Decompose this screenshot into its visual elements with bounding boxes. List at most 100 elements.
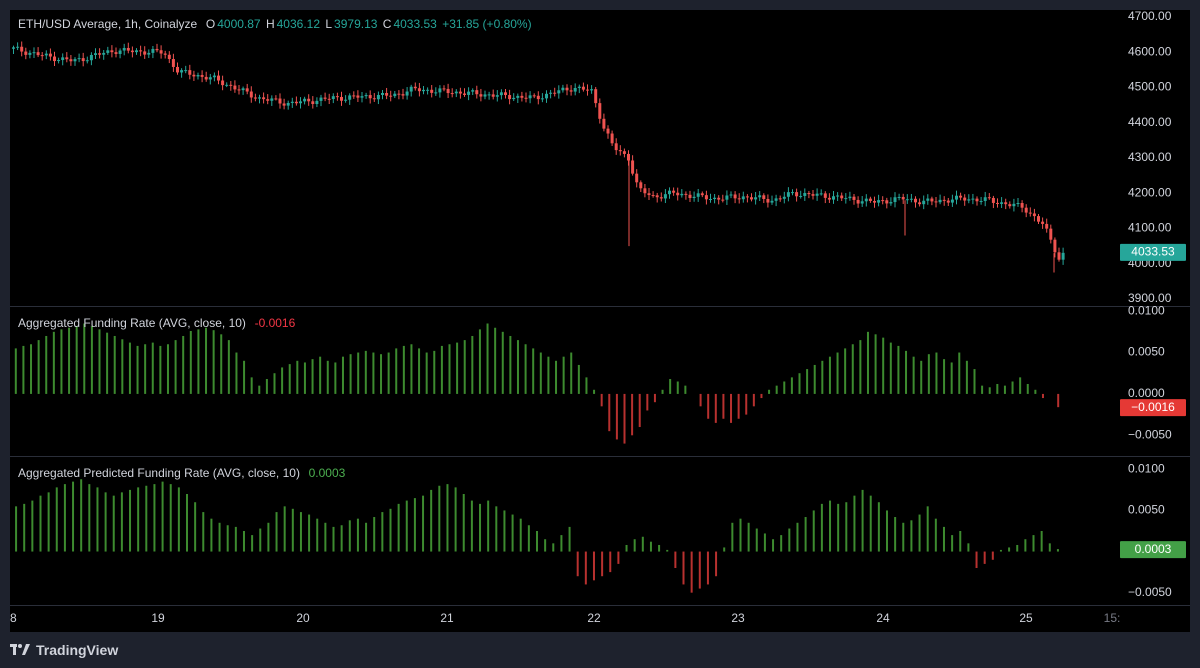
candle-body xyxy=(766,198,770,203)
candle-body xyxy=(40,55,44,57)
candle-body xyxy=(594,89,598,104)
candle-body xyxy=(491,94,495,97)
candle-body xyxy=(118,50,122,54)
candle-body xyxy=(167,54,171,60)
predicted-title[interactable]: Aggregated Predicted Funding Rate (AVG, … xyxy=(18,466,300,480)
candle-body xyxy=(590,89,594,91)
high-label: H xyxy=(265,17,275,31)
candle-body xyxy=(200,75,204,77)
candle-body xyxy=(69,59,73,62)
candle-body xyxy=(565,87,569,91)
candle-body xyxy=(655,195,659,198)
candle-body xyxy=(803,193,807,196)
candle-body xyxy=(622,151,626,154)
candle-body xyxy=(434,92,438,94)
candle-body xyxy=(647,193,651,196)
candle-body xyxy=(48,53,52,57)
candle-body xyxy=(680,193,684,196)
candle-body xyxy=(282,103,286,106)
close-value: 4033.53 xyxy=(393,17,437,31)
funding-legend: Aggregated Funding Rate (AVG, close, 10)… xyxy=(18,316,297,330)
price-tick-label: 4600.00 xyxy=(1128,44,1172,58)
candle-body xyxy=(348,95,352,100)
candle-body xyxy=(1041,221,1045,224)
candle-body xyxy=(303,98,307,102)
candle-body xyxy=(102,52,106,55)
candle-body xyxy=(331,96,335,100)
candle-body xyxy=(352,95,356,97)
candle-body xyxy=(536,95,540,100)
candle-body xyxy=(77,58,81,60)
candle-body xyxy=(139,50,143,52)
candle-body xyxy=(397,93,401,95)
candle-body xyxy=(959,195,963,198)
price-tick-label: 4400.00 xyxy=(1128,115,1172,129)
candle-body xyxy=(946,200,950,203)
candle-body xyxy=(684,193,688,195)
candle-body xyxy=(700,193,704,196)
candle-body xyxy=(413,86,417,89)
candle-body xyxy=(643,188,647,194)
low-label: L xyxy=(325,17,333,31)
candle-body xyxy=(528,95,532,99)
candle-body xyxy=(819,193,823,195)
candle-body xyxy=(20,46,24,52)
candle-body xyxy=(737,198,741,200)
candle-body xyxy=(16,46,20,48)
candle-body xyxy=(450,93,454,95)
candle-body xyxy=(807,193,811,195)
candle-body xyxy=(1016,202,1020,204)
candle-body xyxy=(1012,203,1016,207)
candle-body xyxy=(717,197,721,200)
candle-body xyxy=(926,198,930,201)
funding-title[interactable]: Aggregated Funding Rate (AVG, close, 10) xyxy=(18,316,246,330)
candle-body xyxy=(1049,228,1053,240)
predicted-last-badge: 0.0003 xyxy=(1135,542,1172,556)
close-label: C xyxy=(382,17,392,31)
candle-body xyxy=(253,97,257,99)
candle-body xyxy=(754,197,758,200)
candle-body xyxy=(147,52,151,55)
x-tick-label: 25 xyxy=(1019,611,1033,625)
funding-last-badge: −0.0016 xyxy=(1131,400,1175,414)
candle-body xyxy=(955,195,958,200)
price-tick-label: 4300.00 xyxy=(1128,150,1172,164)
candle-body xyxy=(729,194,733,196)
price-legend: ETH/USD Average, 1h, Coinalyze O 4000.87 … xyxy=(18,17,534,31)
symbol-label[interactable]: ETH/USD Average, 1h, Coinalyze xyxy=(18,17,197,31)
candle-body xyxy=(135,50,138,53)
low-value: 3979.13 xyxy=(334,17,378,31)
candle-body xyxy=(368,95,372,99)
candle-body xyxy=(249,91,253,98)
candle-body xyxy=(573,87,577,92)
candle-body xyxy=(569,90,573,92)
candle-body xyxy=(725,195,729,200)
candle-body xyxy=(188,70,192,75)
candle-body xyxy=(663,194,667,199)
candle-body xyxy=(758,195,762,198)
candle-body xyxy=(53,56,56,62)
candle-body xyxy=(557,90,561,94)
candle-body xyxy=(811,194,815,196)
predicted-tick-label: 0.0100 xyxy=(1128,462,1165,476)
high-value: 4036.12 xyxy=(276,17,321,31)
candle-body xyxy=(422,89,425,92)
predicted-value: 0.0003 xyxy=(308,466,346,480)
candle-body xyxy=(930,198,934,202)
candle-body xyxy=(918,202,922,205)
brand-label: TradingView xyxy=(36,642,119,658)
candle-body xyxy=(204,76,208,80)
candle-body xyxy=(212,75,216,78)
candle-body xyxy=(159,50,163,54)
candle-body xyxy=(176,66,179,73)
candle-body xyxy=(553,92,557,94)
candle-body xyxy=(520,95,524,98)
candle-body xyxy=(889,202,893,204)
candle-body xyxy=(192,74,196,77)
candle-body xyxy=(94,53,97,55)
candle-body xyxy=(438,88,442,93)
candle-body xyxy=(163,53,167,55)
candle-body xyxy=(458,91,462,94)
candle-body xyxy=(897,196,901,198)
tradingview-logo[interactable]: TradingView xyxy=(10,642,118,658)
